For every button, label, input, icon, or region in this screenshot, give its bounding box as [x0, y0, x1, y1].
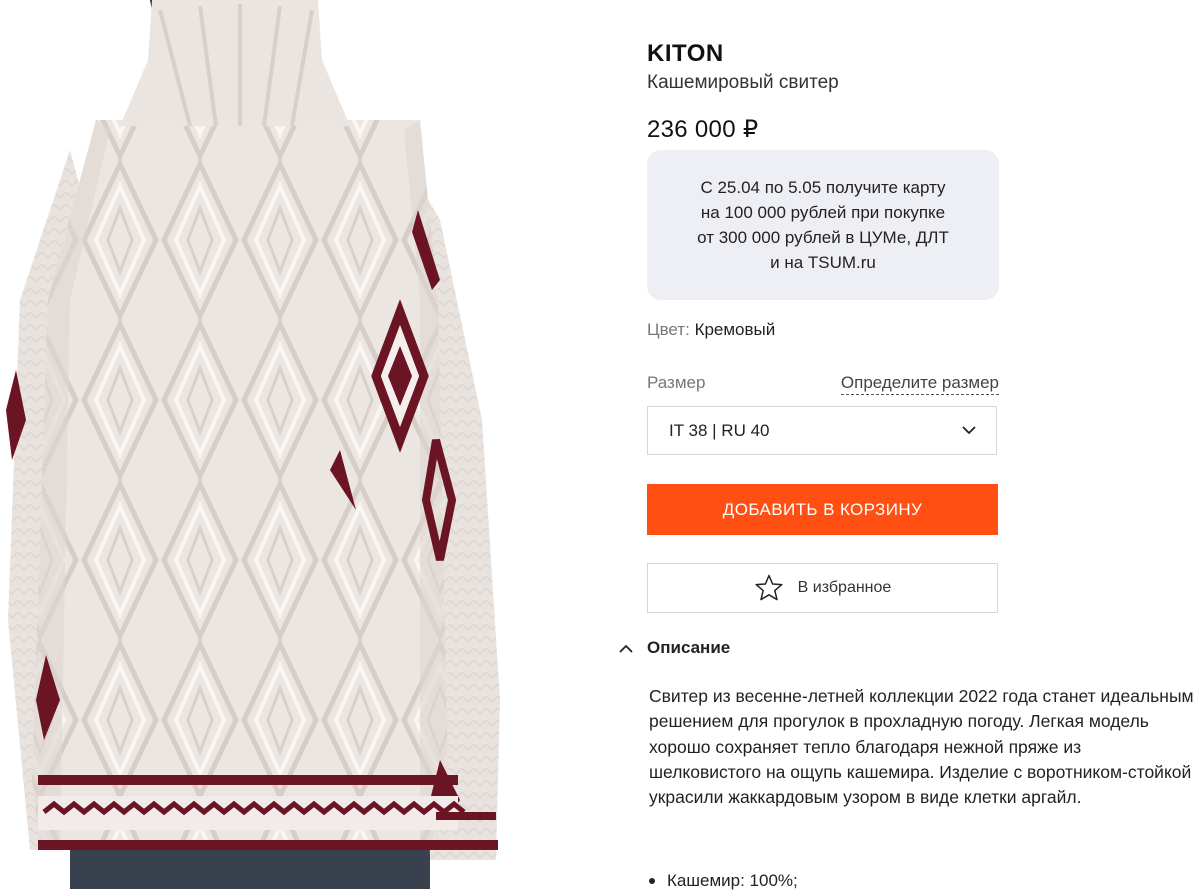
- size-select[interactable]: IT 38 | RU 40: [647, 406, 997, 455]
- add-to-favorites-button[interactable]: В избранное: [647, 563, 998, 613]
- sweater-body: [32, 120, 448, 850]
- description-toggle[interactable]: Описание: [619, 638, 730, 658]
- sweater-illustration: [6, 0, 500, 889]
- color-value: Кремовый: [694, 320, 776, 339]
- collar: [120, 0, 350, 126]
- composition-item: Кашемир: 100%;: [649, 871, 798, 891]
- chevron-down-icon: [962, 426, 976, 434]
- bullet: [649, 878, 655, 884]
- chevron-up-icon: [619, 644, 633, 652]
- brand-name[interactable]: KITON: [647, 40, 724, 68]
- composition-text: Кашемир: 100%;: [667, 871, 798, 890]
- add-to-cart-button[interactable]: Добавить в корзину: [647, 484, 998, 535]
- color-info: Цвет: Кремовый: [647, 320, 775, 340]
- product-title: Кашемировый свитер: [647, 72, 839, 93]
- description-text: Свитер из весенне-летней коллекции 2022 …: [649, 686, 1194, 808]
- star-icon: [755, 574, 783, 601]
- product-photo[interactable]: [0, 0, 512, 889]
- size-label: Размер: [647, 373, 706, 392]
- promo-text: С 25.04 по 5.05 получите карту на 100 00…: [697, 178, 949, 272]
- size-guide-link[interactable]: Определите размер: [840, 373, 999, 395]
- color-label: Цвет:: [647, 320, 690, 339]
- jeans: [70, 850, 430, 889]
- promo-banner: С 25.04 по 5.05 получите карту на 100 00…: [647, 150, 999, 300]
- description-title: Описание: [647, 638, 731, 657]
- size-select-value: IT 38 | RU 40: [669, 420, 770, 440]
- product-price: 236 000 ₽: [647, 116, 759, 143]
- favorite-label: В избранное: [797, 579, 892, 596]
